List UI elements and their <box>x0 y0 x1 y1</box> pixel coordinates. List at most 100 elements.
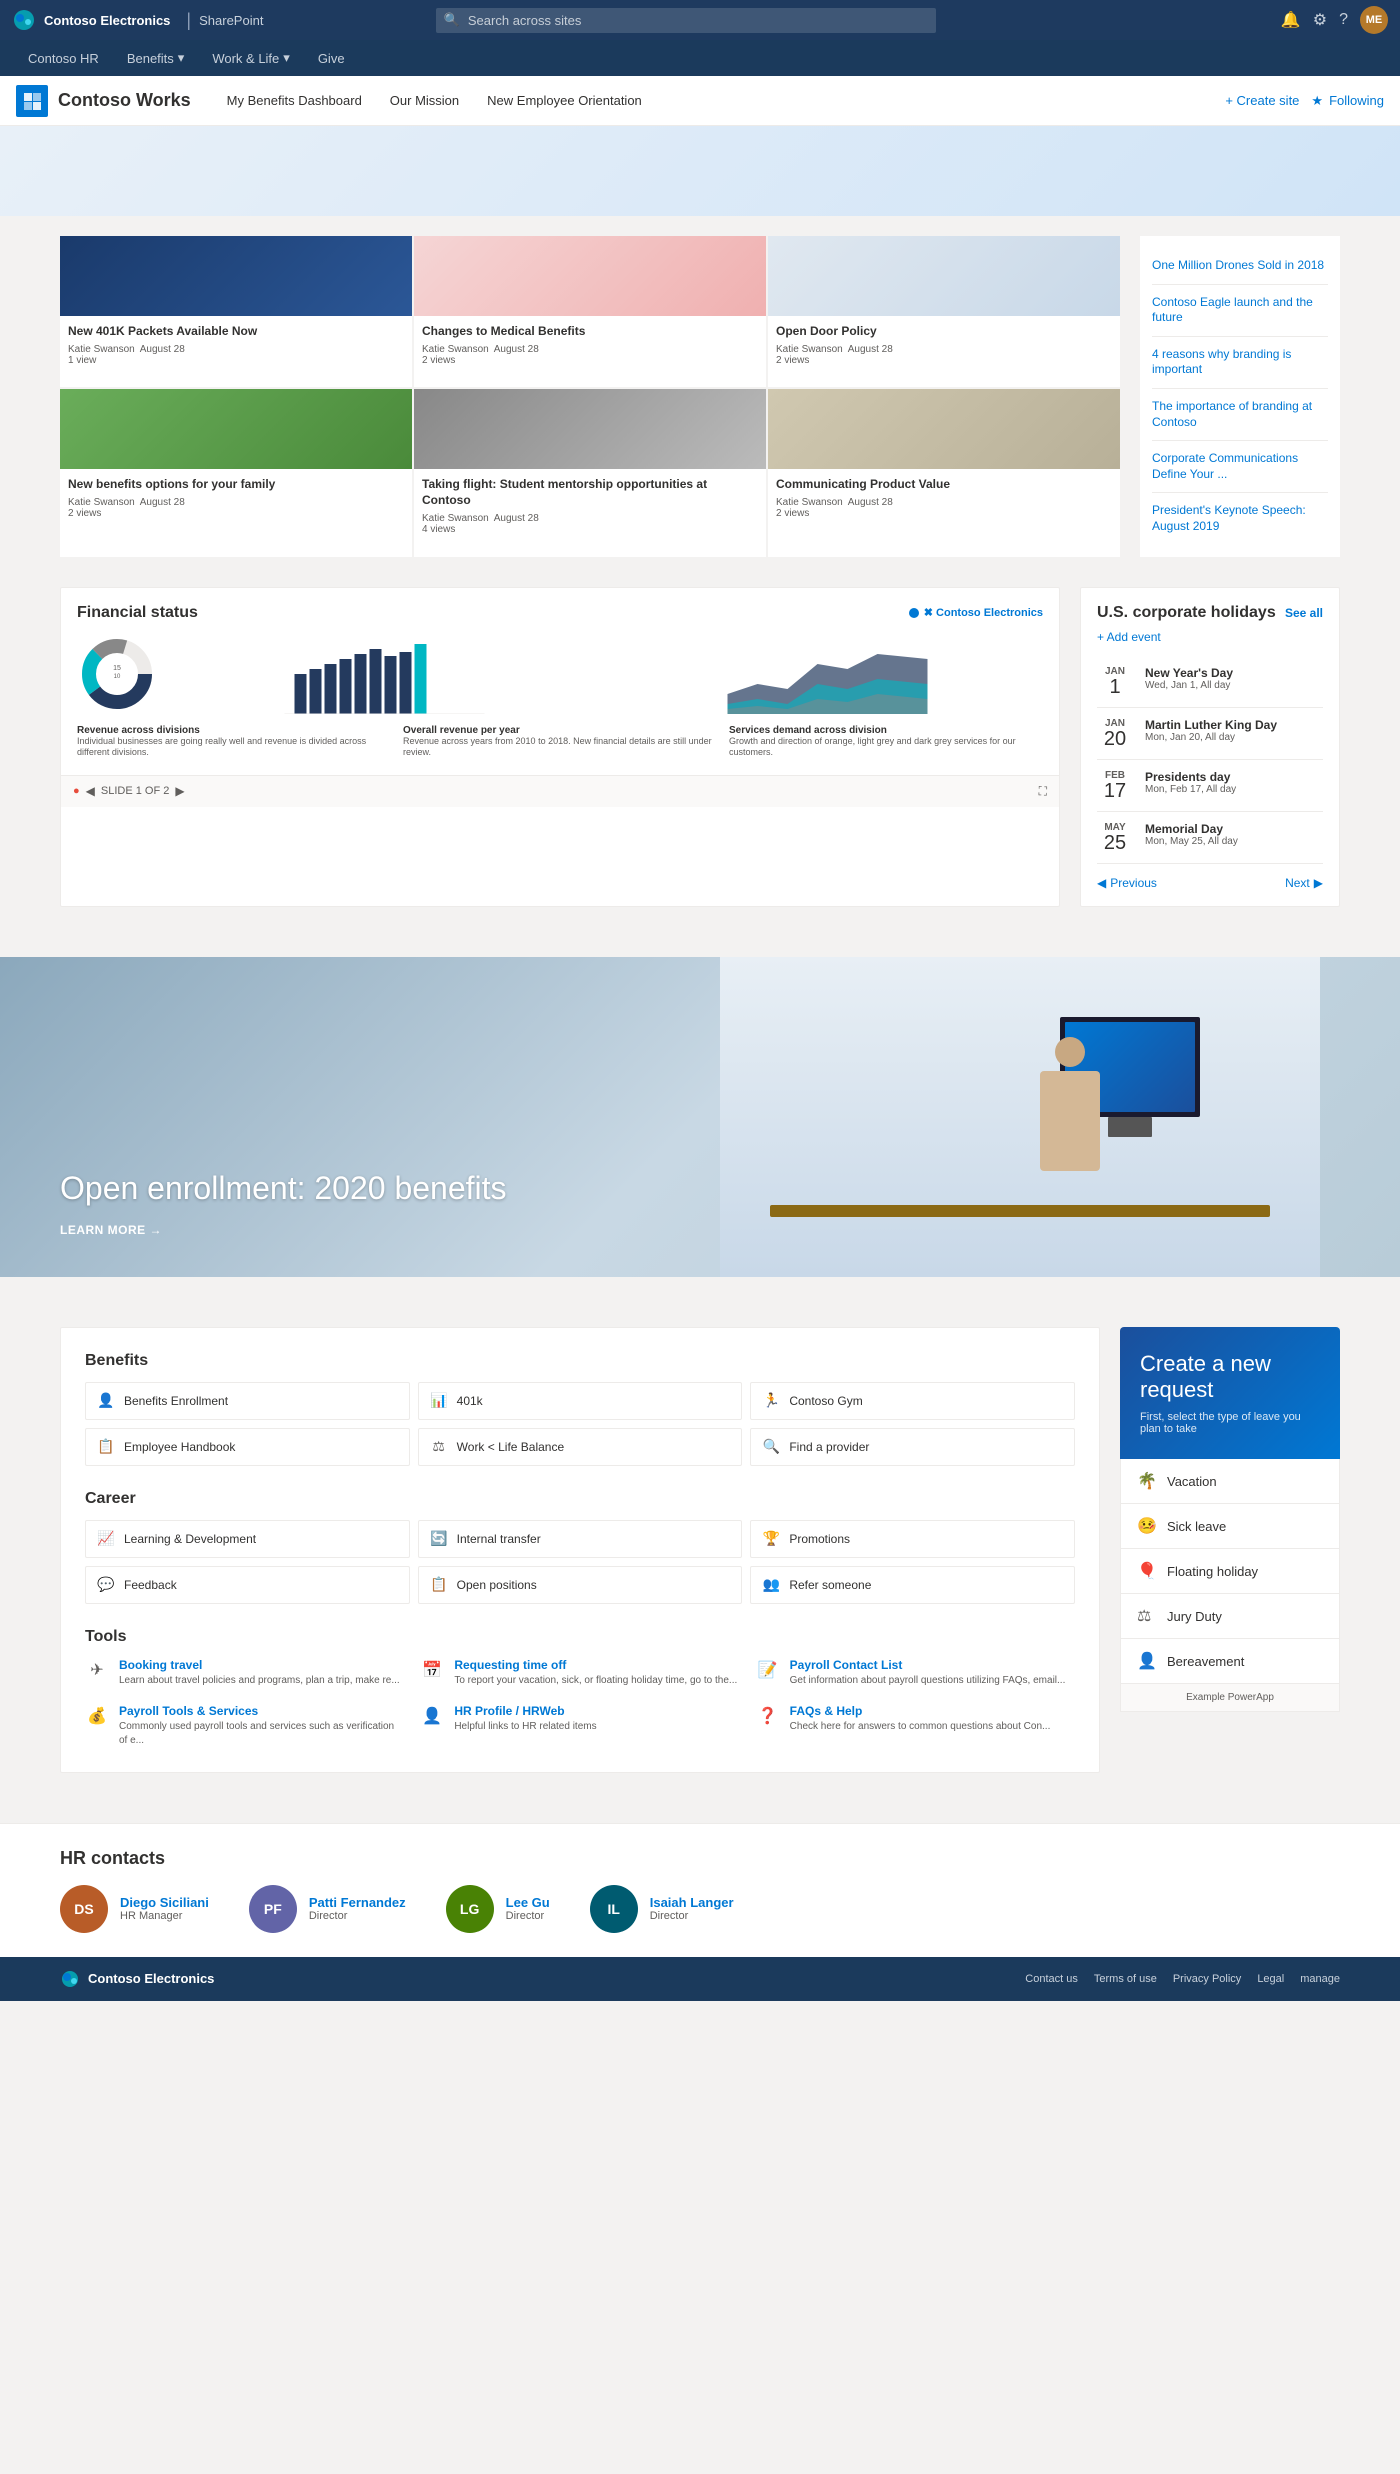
donut-chart: 15 10 <box>77 634 157 714</box>
event-date: JAN 20 <box>1097 718 1133 749</box>
news-card[interactable]: New 401K Packets Available Now Katie Swa… <box>60 236 412 387</box>
footer-contact-link[interactable]: Contact us <box>1025 1973 1078 1985</box>
news-card-meta: Katie Swanson August 28 1 view <box>68 344 404 366</box>
chart-icon: 📊 <box>429 1391 449 1411</box>
calendar-event: JAN 20 Martin Luther King Day Mon, Jan 2… <box>1097 708 1323 760</box>
open-positions-link[interactable]: 📋 Open positions <box>418 1566 743 1604</box>
footer: Contoso Electronics Contact us Terms of … <box>0 1957 1400 2001</box>
benefits-grid: 👤 Benefits Enrollment 📊 401k 🏃 Contoso G… <box>85 1382 1075 1466</box>
hero-cta-button[interactable]: LEARN MORE → <box>60 1223 507 1237</box>
site-nav-contoso-hr[interactable]: Contoso HR <box>16 45 111 72</box>
promotions-link[interactable]: 🏆 Promotions <box>750 1520 1075 1558</box>
sidebar-news-item[interactable]: Corporate Communications Define Your ... <box>1152 441 1328 493</box>
news-grid: New 401K Packets Available Now Katie Swa… <box>60 236 1120 557</box>
page-nav-new-employee[interactable]: New Employee Orientation <box>475 87 654 114</box>
news-card-title: New benefits options for your family <box>68 477 404 493</box>
news-card-body: Open Door Policy Katie Swanson August 28… <box>768 316 1120 374</box>
example-label: Example PowerApp <box>1120 1684 1340 1712</box>
gear-icon[interactable]: ⚙ <box>1313 10 1327 30</box>
news-card-meta: Katie Swanson August 28 2 views <box>422 344 758 366</box>
site-nav-work-life[interactable]: Work & Life ▾ <box>200 44 301 72</box>
floating-holiday-option[interactable]: 🎈 Floating holiday <box>1121 1549 1339 1594</box>
tool-title[interactable]: Payroll Tools & Services <box>119 1704 404 1718</box>
contoso-gym-link[interactable]: 🏃 Contoso Gym <box>750 1382 1075 1420</box>
sidebar-news-item[interactable]: Contoso Eagle launch and the future <box>1152 285 1328 337</box>
refer-someone-link[interactable]: 👥 Refer someone <box>750 1566 1075 1604</box>
calendar-icon: 📅 <box>420 1658 444 1682</box>
learning-development-link[interactable]: 📈 Learning & Development <box>85 1520 410 1558</box>
news-card[interactable]: Communicating Product Value Katie Swanso… <box>768 389 1120 556</box>
page-brand-title: Contoso Works <box>58 90 191 111</box>
company-logo[interactable]: Contoso Electronics <box>12 8 170 32</box>
internal-transfer-link[interactable]: 🔄 Internal transfer <box>418 1520 743 1558</box>
site-nav-benefits[interactable]: Benefits ▾ <box>115 44 197 72</box>
avatar-diego: DS <box>60 1885 108 1933</box>
help-icon[interactable]: ? <box>1339 11 1348 29</box>
news-card[interactable]: Taking flight: Student mentorship opport… <box>414 389 766 556</box>
tool-title[interactable]: Booking travel <box>119 1658 404 1672</box>
tools-grid: ✈ Booking travel Learn about travel poli… <box>85 1658 1075 1748</box>
financial-card-inner: Financial status ✖ Contoso Electronics <box>61 588 1059 775</box>
follow-button[interactable]: ★ Following <box>1311 93 1384 109</box>
sidebar-news-item[interactable]: The importance of branding at Contoso <box>1152 389 1328 441</box>
news-card-meta: Katie Swanson August 28 2 views <box>776 344 1112 366</box>
fullscreen-icon[interactable]: ⛶ <box>1039 784 1047 799</box>
401k-link[interactable]: 📊 401k <box>418 1382 743 1420</box>
tool-payroll-contact: 📝 Payroll Contact List Get information a… <box>756 1658 1075 1688</box>
positions-icon: 📋 <box>429 1575 449 1595</box>
calendar-prev-button[interactable]: ◀ Previous <box>1097 876 1157 890</box>
tool-content: Payroll Tools & Services Commonly used p… <box>119 1704 404 1748</box>
contact-name[interactable]: Lee Gu <box>506 1895 550 1910</box>
bell-icon[interactable]: 🔔 <box>1281 10 1301 30</box>
footer-terms-link[interactable]: Terms of use <box>1094 1973 1157 1985</box>
footer-company-name: Contoso Electronics <box>88 1971 214 1986</box>
news-card[interactable]: Open Door Policy Katie Swanson August 28… <box>768 236 1120 387</box>
benefits-enrollment-link[interactable]: 👤 Benefits Enrollment <box>85 1382 410 1420</box>
footer-manage-link[interactable]: manage <box>1300 1973 1340 1985</box>
sidebar-news-item[interactable]: One Million Drones Sold in 2018 <box>1152 248 1328 285</box>
news-card[interactable]: New benefits options for your family Kat… <box>60 389 412 556</box>
contact-name[interactable]: Diego Siciliani <box>120 1895 209 1910</box>
calendar-event: JAN 1 New Year's Day Wed, Jan 1, All day <box>1097 656 1323 708</box>
tool-desc: Helpful links to HR related items <box>454 1720 739 1734</box>
work-life-balance-link[interactable]: ⚖ Work < Life Balance <box>418 1428 743 1466</box>
jury-duty-option[interactable]: ⚖ Jury Duty <box>1121 1594 1339 1639</box>
search-input[interactable] <box>436 8 936 33</box>
financial-card: Financial status ✖ Contoso Electronics <box>60 587 1060 907</box>
lower-section: Benefits 👤 Benefits Enrollment 📊 401k 🏃 … <box>60 1327 1340 1773</box>
contact-role: HR Manager <box>120 1910 209 1922</box>
sidebar-news-item[interactable]: 4 reasons why branding is important <box>1152 337 1328 389</box>
create-site-button[interactable]: + Create site <box>1225 93 1299 108</box>
bereavement-option[interactable]: 👤 Bereavement <box>1121 1639 1339 1683</box>
tool-title[interactable]: Requesting time off <box>454 1658 739 1672</box>
page-nav-our-mission[interactable]: Our Mission <box>378 87 471 114</box>
sick-leave-option[interactable]: 🤒 Sick leave <box>1121 1504 1339 1549</box>
contact-card-lee: LG Lee Gu Director <box>446 1885 550 1933</box>
news-card[interactable]: Changes to Medical Benefits Katie Swanso… <box>414 236 766 387</box>
see-all-link[interactable]: See all <box>1285 606 1323 620</box>
tool-title[interactable]: FAQs & Help <box>790 1704 1075 1718</box>
employee-handbook-link[interactable]: 📋 Employee Handbook <box>85 1428 410 1466</box>
transfer-icon: 🔄 <box>429 1529 449 1549</box>
sidebar-news-item[interactable]: President's Keynote Speech: August 2019 <box>1152 493 1328 544</box>
footer-legal-link[interactable]: Legal <box>1257 1973 1284 1985</box>
find-provider-link[interactable]: 🔍 Find a provider <box>750 1428 1075 1466</box>
footer-privacy-link[interactable]: Privacy Policy <box>1173 1973 1241 1985</box>
vacation-option[interactable]: 🌴 Vacation <box>1121 1459 1339 1504</box>
avatar-lee: LG <box>446 1885 494 1933</box>
contact-name[interactable]: Isaiah Langer <box>650 1895 734 1910</box>
site-nav-give[interactable]: Give <box>306 45 357 72</box>
book-icon: 📋 <box>96 1437 116 1457</box>
feedback-link[interactable]: 💬 Feedback <box>85 1566 410 1604</box>
calendar-next-button[interactable]: Next ▶ <box>1285 876 1323 890</box>
avatar[interactable]: ME <box>1360 6 1388 34</box>
tool-title[interactable]: HR Profile / HRWeb <box>454 1704 739 1718</box>
news-card-title: Communicating Product Value <box>776 477 1112 493</box>
contact-name[interactable]: Patti Fernandez <box>309 1895 406 1910</box>
tool-title[interactable]: Payroll Contact List <box>790 1658 1075 1672</box>
company-name: Contoso Electronics <box>44 13 170 28</box>
search-bar[interactable]: 🔍 <box>436 8 936 33</box>
calendar-nav: ◀ Previous Next ▶ <box>1097 864 1323 890</box>
page-nav-my-benefits[interactable]: My Benefits Dashboard <box>215 87 374 114</box>
add-event-button[interactable]: + Add event <box>1097 630 1323 644</box>
